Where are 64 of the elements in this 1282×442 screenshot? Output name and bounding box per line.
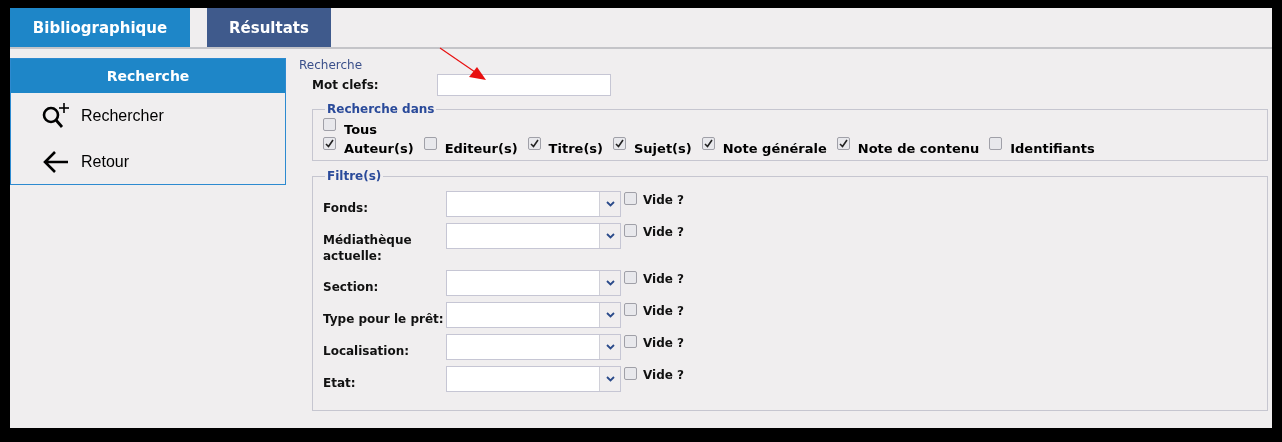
field-label: Localisation: [323, 343, 410, 359]
dropdown-button[interactable] [599, 271, 620, 295]
checkbox-label: Vide ? [643, 271, 685, 286]
dropdown-button[interactable] [599, 303, 620, 327]
checkbox[interactable] [624, 303, 637, 316]
checkbox-label: Vide ? [643, 303, 685, 318]
checkbox-label: Vide ? [643, 335, 685, 350]
checkbox[interactable] [624, 224, 637, 237]
checkbox-option[interactable]: Note générale [701, 137, 827, 156]
checkbox-option[interactable]: Sujet(s) [613, 137, 692, 156]
chevron-down-icon [605, 376, 615, 382]
checkbox[interactable] [624, 192, 637, 205]
dropdown-field[interactable] [446, 270, 621, 296]
chevron-down-icon [605, 233, 615, 239]
sidebar-item[interactable]: Retour [11, 139, 130, 185]
field-label: Fonds: [323, 200, 370, 216]
dropdown-button[interactable] [599, 367, 620, 391]
checkbox-option[interactable]: Tous [323, 118, 378, 137]
chevron-down-icon [605, 344, 615, 350]
checkbox[interactable] [836, 137, 850, 150]
checkbox-option[interactable]: Editeur(s) [423, 137, 518, 156]
field-label: Etat: [323, 375, 357, 391]
checkbox[interactable] [989, 137, 1003, 150]
keyword-field[interactable] [437, 74, 611, 96]
dropdown-button[interactable] [599, 224, 620, 248]
checkbox[interactable] [624, 367, 637, 380]
checkbox-label: Vide ? [643, 192, 685, 207]
dropdown-field[interactable] [446, 223, 621, 249]
chevron-down-icon [605, 312, 615, 318]
checkbox[interactable] [323, 137, 336, 150]
checkbox[interactable] [613, 137, 626, 150]
dropdown-field[interactable] [446, 334, 621, 360]
checkbox[interactable] [624, 271, 637, 284]
checkbox[interactable] [701, 137, 715, 150]
checkbox-label: Vide ? [643, 224, 685, 239]
section-title: Recherche [299, 58, 363, 72]
dropdown-button[interactable] [599, 192, 620, 216]
group-legend: Filtre(s) [325, 169, 384, 183]
dropdown-field[interactable] [446, 302, 621, 328]
sidebar-item[interactable]: Rechercher [11, 93, 164, 139]
checkbox-label: Vide ? [643, 367, 685, 382]
dropdown-button[interactable] [599, 335, 620, 359]
checkbox[interactable] [423, 137, 437, 150]
tab[interactable]: Résultats [207, 8, 331, 47]
checkbox-option[interactable]: Identifiants [989, 137, 1095, 156]
checkbox[interactable] [527, 137, 541, 150]
tab[interactable]: Bibliographique [10, 8, 190, 47]
checkbox-option[interactable]: Titre(s) [527, 137, 603, 156]
checkbox[interactable] [323, 118, 336, 131]
sidebar-header: Recherche [11, 59, 285, 93]
group-legend: Recherche dans [325, 102, 437, 116]
dropdown-field[interactable] [446, 366, 621, 392]
chevron-down-icon [605, 280, 615, 286]
field-label: Type pour le prêt: [323, 311, 445, 327]
checkbox-option[interactable]: Auteur(s) [323, 137, 414, 156]
field-label: Section: [323, 279, 380, 295]
annotation-arrow [439, 47, 489, 83]
checkbox[interactable] [624, 335, 637, 348]
field-label: Médiathèque actuelle: [323, 232, 413, 264]
dropdown-field[interactable] [446, 191, 621, 217]
chevron-down-icon [605, 201, 615, 207]
search-icon [41, 102, 71, 130]
checkbox-option[interactable]: Note de contenu [836, 137, 980, 156]
field-label: Mot clefs: [311, 78, 380, 92]
